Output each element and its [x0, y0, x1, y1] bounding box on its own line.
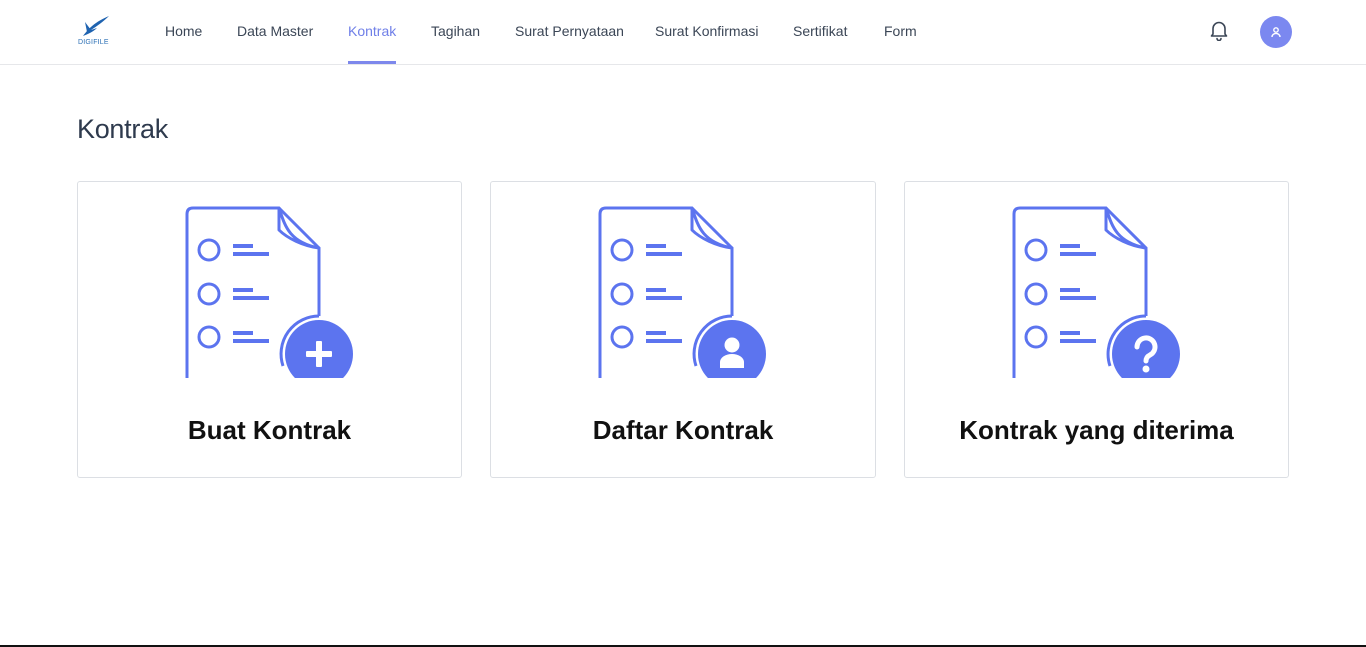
card-buat-kontrak[interactable]: Buat Kontrak	[77, 181, 462, 478]
nav-item-home[interactable]: Home	[165, 0, 202, 64]
bell-icon	[1210, 21, 1228, 42]
user-icon	[1271, 27, 1281, 38]
brand-logo-text: DIGIFILE	[78, 39, 109, 46]
nav-item-surat-pernyataan[interactable]: Surat Pernyataan	[515, 0, 624, 64]
nav-item-kontrak[interactable]: Kontrak	[348, 0, 397, 64]
brand-logo[interactable]: DIGIFILE	[77, 14, 117, 50]
user-avatar[interactable]	[1260, 16, 1292, 48]
card-label: Kontrak yang diterima	[959, 415, 1234, 445]
feather-logo-icon	[83, 16, 109, 36]
nav-item-sertifikat[interactable]: Sertifikat	[793, 0, 847, 64]
nav-item-data-master[interactable]: Data Master	[237, 0, 313, 64]
page: DIGIFILE Home Data Master Kontrak Tagiha…	[0, 0, 1366, 647]
notification-button[interactable]	[1208, 19, 1230, 42]
card-label: Daftar Kontrak	[592, 415, 774, 445]
page-title: Kontrak	[77, 114, 168, 144]
card-label: Buat Kontrak	[187, 415, 352, 445]
document-question-icon	[1012, 206, 1182, 378]
document-user-icon	[598, 206, 768, 378]
card-daftar-kontrak[interactable]: Daftar Kontrak	[490, 181, 876, 478]
card-kontrak-diterima[interactable]: Kontrak yang diterima	[904, 181, 1289, 478]
top-navbar: DIGIFILE Home Data Master Kontrak Tagiha…	[0, 0, 1366, 65]
nav-item-surat-konfirmasi[interactable]: Surat Konfirmasi	[655, 0, 758, 64]
document-plus-icon	[185, 206, 355, 378]
nav-item-form[interactable]: Form	[884, 0, 917, 64]
nav-item-tagihan[interactable]: Tagihan	[431, 0, 480, 64]
